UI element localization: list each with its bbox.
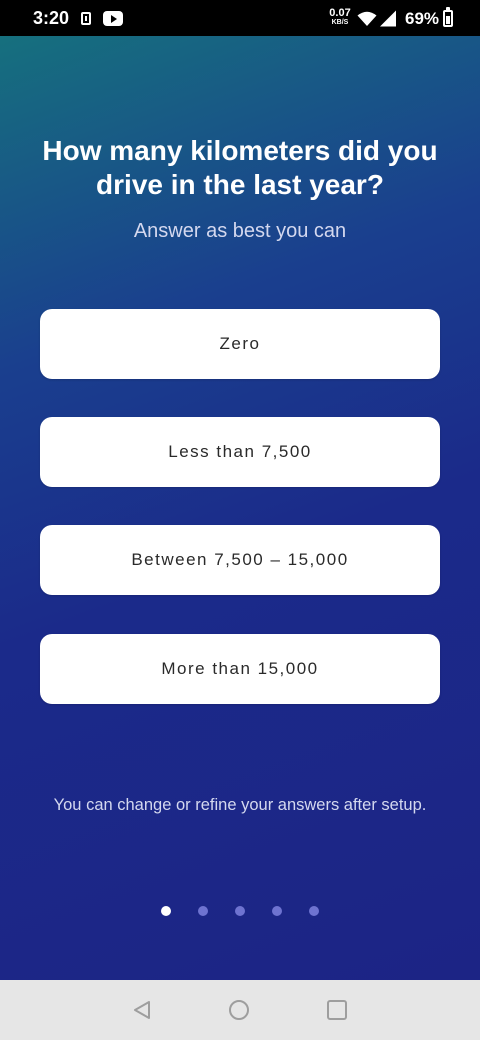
page-indicator (0, 906, 480, 918)
option-more-than-15000-button[interactable]: More than 15,000 (40, 634, 440, 704)
signal-icon (380, 10, 396, 27)
wifi-icon (357, 11, 377, 26)
navigation-bar (0, 980, 480, 1040)
question-subtitle: Answer as best you can (133, 220, 347, 242)
page-dot (309, 906, 319, 916)
page-dot (198, 906, 208, 916)
network-speed-unit: KB/S (331, 19, 349, 26)
battery-fill (446, 16, 450, 24)
page-dot (235, 906, 245, 916)
youtube-icon (103, 11, 123, 26)
option-between-7500-15000-button[interactable]: Between 7,500 – 15,000 (40, 525, 440, 595)
recents-icon[interactable] (327, 1000, 347, 1020)
status-time: 3:20 (33, 8, 70, 28)
network-speed-value: 0.07 (329, 7, 351, 19)
sim-icon (81, 12, 91, 25)
question-title: How many kilometers did you drive in the… (42, 135, 438, 200)
status-bar: 3:20 0.07 KB/S 69% (0, 0, 480, 36)
battery-percent: 69% (405, 9, 440, 28)
page-dot (161, 906, 171, 916)
screen: 3:20 0.07 KB/S 69% How many kilometers d… (0, 0, 480, 1040)
home-icon[interactable] (229, 1000, 249, 1020)
onboarding-question-screen: How many kilometers did you drive in the… (0, 36, 480, 980)
network-speed: 0.07 KB/S (327, 7, 353, 27)
battery-icon (443, 7, 453, 27)
option-less-than-7500-button[interactable]: Less than 7,500 (40, 417, 440, 487)
back-icon[interactable] (132, 1000, 152, 1020)
page-dot (272, 906, 282, 916)
option-zero-button[interactable]: Zero (40, 309, 440, 379)
footer-note: You can change or refine your answers af… (53, 796, 427, 814)
